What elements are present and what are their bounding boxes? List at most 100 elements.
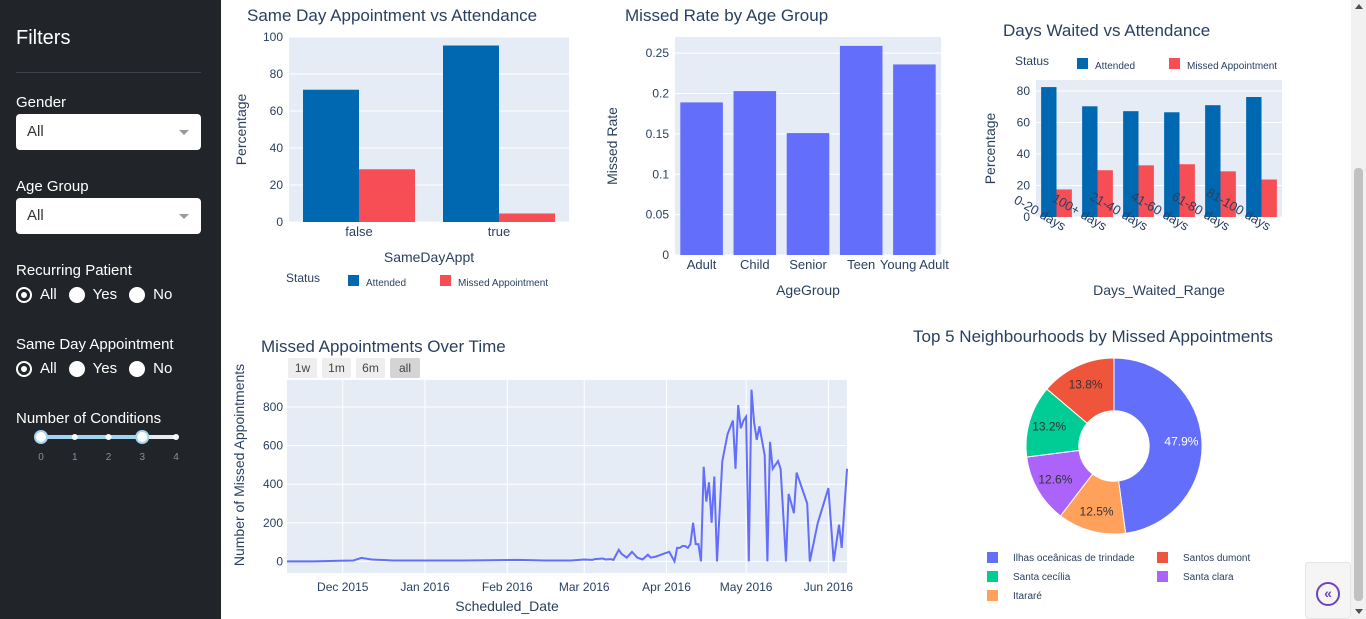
recurring-option-no[interactable]: No [129, 286, 172, 303]
chart-title: Top 5 Neighbourhoods by Missed Appointme… [913, 327, 1273, 346]
slice-label: 12.5% [1080, 504, 1114, 518]
same-day-radio-group: All Yes No [16, 360, 184, 377]
scrollbar-thumb[interactable] [1354, 168, 1363, 601]
y-tick-label: 600 [263, 439, 283, 453]
slider-tick-label: 2 [106, 452, 112, 463]
bar [359, 169, 415, 222]
bar [499, 213, 555, 222]
legend-swatch [987, 552, 998, 563]
page-scrollbar[interactable] [1351, 0, 1366, 619]
slice-label: 13.2% [1032, 420, 1066, 434]
radio-icon [129, 360, 146, 377]
range-button-label: 1m [328, 361, 345, 375]
y-tick-label: 80 [270, 67, 284, 81]
bar [839, 45, 883, 255]
y-tick-label: 20 [270, 178, 284, 192]
plot-area [1036, 80, 1282, 217]
legend-swatch [1169, 58, 1180, 69]
legend-label: Missed Appointment [1187, 61, 1277, 72]
radio-label: All [40, 360, 57, 377]
legend-label: Missed Appointment [458, 278, 548, 289]
radio-icon [68, 286, 85, 303]
y-tick-label: 0.05 [646, 208, 670, 222]
age-group-select[interactable]: All [16, 198, 201, 234]
scroll-up-arrow-icon[interactable] [1355, 4, 1363, 9]
radio-label: Yes [92, 286, 118, 303]
y-tick-label: 20 [1017, 179, 1031, 193]
same-day-option-no[interactable]: No [129, 360, 172, 377]
conditions-range-slider[interactable]: 0 1 2 3 4 [16, 428, 196, 468]
filters-sidebar: Filters Gender All Age Group All Recurri… [0, 0, 221, 619]
y-tick-label: 80 [1017, 84, 1031, 98]
sidebar-title: Filters [16, 27, 71, 49]
over-time-chart: 0 200 400 600 800 Dec 2015 Jan 2016 Feb 2016 Mar… [221, 325, 871, 619]
recurring-label: Recurring Patient [16, 262, 132, 279]
radio-label: All [40, 286, 57, 303]
x-tick-label: Apr 2016 [642, 580, 691, 594]
plot-area [287, 380, 847, 573]
same-day-option-yes[interactable]: Yes [68, 360, 117, 377]
conditions-label: Number of Conditions [16, 410, 162, 427]
bar [443, 45, 499, 223]
legend-label: Itararé [1013, 591, 1042, 602]
legend-label: Santos dumont [1183, 553, 1250, 564]
scroll-down-arrow-icon[interactable] [1355, 609, 1363, 614]
recurring-option-all[interactable]: All [16, 286, 57, 303]
x-tick-label: Jan 2016 [400, 580, 450, 594]
collapse-panel-button[interactable]: « [1305, 562, 1351, 619]
slice-label: 47.9% [1164, 435, 1198, 449]
recurring-option-yes[interactable]: Yes [68, 286, 118, 303]
same-day-label: Same Day Appointment [16, 336, 174, 353]
y-axis-label: Percentage [982, 112, 998, 184]
legend-swatch [987, 590, 998, 601]
legend-swatch [987, 571, 998, 582]
age-group-select-value: All [27, 207, 44, 224]
same-day-option-all[interactable]: All [16, 360, 57, 377]
radio-icon [129, 286, 146, 303]
slider-tick-label: 4 [173, 452, 179, 463]
chart-title: Missed Appointments Over Time [261, 337, 506, 356]
radio-icon [68, 360, 85, 377]
gender-select[interactable]: All [16, 114, 201, 150]
y-tick-label: 400 [263, 477, 283, 491]
x-tick-label: May 2016 [720, 580, 773, 594]
legend-title: Status [1015, 54, 1049, 68]
y-tick-label: 800 [263, 400, 283, 414]
y-axis-label: Percentage [233, 93, 249, 165]
y-tick-label: 0 [276, 554, 283, 568]
y-axis-label: Missed Rate [604, 107, 620, 185]
gender-label: Gender [16, 94, 67, 111]
x-axis-label: Scheduled_Date [455, 598, 559, 614]
legend-label: Ilhas oceânicas de trindade [1013, 553, 1135, 564]
legend-label: Attended [1095, 61, 1135, 72]
y-tick-label: 0.15 [646, 127, 670, 141]
bar [733, 91, 777, 255]
radio-label: No [153, 360, 173, 377]
y-tick-label: 100 [263, 30, 283, 44]
y-tick-label: 0.25 [646, 46, 670, 60]
legend-swatch [1077, 58, 1088, 69]
radio-label: No [153, 286, 173, 303]
chart-title: Same Day Appointment vs Attendance [247, 6, 537, 25]
slider-handle-max [135, 430, 150, 444]
slider-tick-label: 1 [72, 452, 78, 463]
bar [680, 102, 723, 256]
slider-tick-label: 3 [139, 452, 145, 463]
y-tick-label: 0.2 [652, 87, 669, 101]
x-tick-label: false [345, 224, 372, 239]
y-tick-label: 60 [1017, 116, 1031, 130]
chart-title: Days Waited vs Attendance [1003, 21, 1210, 40]
y-tick-label: 40 [1017, 147, 1031, 161]
x-axis-label: SameDayAppt [384, 249, 474, 265]
bar [303, 89, 359, 222]
x-tick-label: Dec 2015 [317, 580, 369, 594]
legend-swatch [1157, 571, 1168, 582]
bar [1261, 179, 1277, 217]
sidebar-divider [16, 72, 201, 73]
legend-label: Attended [366, 278, 406, 289]
age-group-chart: 0 0.05 0.1 0.15 0.2 0.25 Adult Child Senior Teen Y… [595, 0, 960, 305]
slider-mark [173, 434, 179, 440]
y-axis-label: Number of Missed Appointments [231, 364, 247, 566]
age-group-label: Age Group [16, 178, 89, 195]
chart-title: Missed Rate by Age Group [625, 6, 828, 25]
